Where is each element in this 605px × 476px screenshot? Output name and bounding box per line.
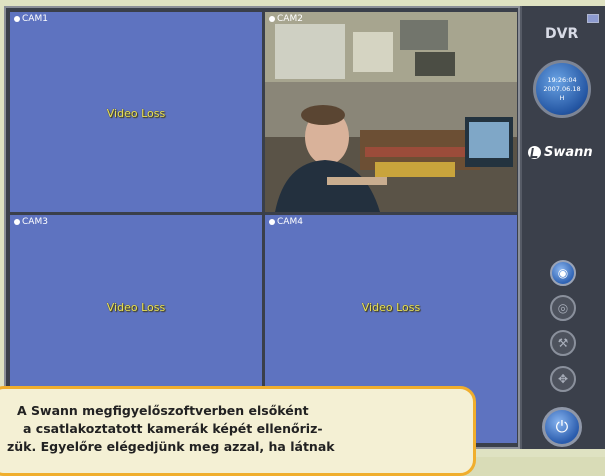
video-loss-text-cam1: Video Loss [106,107,166,120]
caption-line-2: a csatlakoztatott kamerák képét ellenőri… [23,421,323,436]
video-loss-text-cam3: Video Loss [106,301,166,314]
clock-date: 2007.06.18 [543,84,581,93]
camera-label-cam2: CAM2 [269,14,303,24]
minimize-button[interactable] [587,14,599,23]
ptz-icon: ✥ [557,372,569,386]
clock-time: 19:26:04 [547,75,577,84]
tools-button[interactable]: ⚒ [550,330,576,356]
camera-grid: CAM1 Video Loss CAM2 CAM3 Video Loss CAM… [4,6,520,449]
swann-brand: Swann [528,145,593,160]
clock-display: 19:26:04 2007.06.18 H [533,60,591,118]
clock-mode: H [559,93,565,102]
video-loss-text-cam4: Video Loss [361,301,421,314]
record-dot-icon [269,219,275,225]
camera-tile-cam2[interactable]: CAM2 [265,12,517,212]
camera-icon: ◎ [557,301,569,315]
record-dot-icon [14,219,20,225]
mouse-icon: ◉ [557,266,569,280]
swann-logo-icon [528,146,541,159]
record-dot-icon [269,16,275,22]
caption-line-1: A Swann megfigyelőszoftverben elsőként [17,403,309,418]
camera-label-cam4: CAM4 [269,217,303,227]
camera-label-cam3: CAM3 [14,217,48,227]
mouse-button[interactable]: ◉ [550,260,576,286]
camera-tile-cam1[interactable]: CAM1 Video Loss [10,12,262,212]
dvr-app-window: CAM1 Video Loss CAM2 CAM3 Video Loss CAM… [0,0,605,476]
camera-settings-button[interactable]: ◎ [550,295,576,321]
camera-feed-image [265,12,517,212]
camera-label-cam1: CAM1 [14,14,48,24]
wrench-icon: ⚒ [557,336,569,350]
caption-box: A Swann megfigyelőszoftverben elsőként a… [0,386,476,476]
dvr-logo: DVR [545,26,579,42]
power-button[interactable]: ⏻ [542,407,582,447]
caption-line-3: zük. Egyelőre elégedjünk meg azzal, ha l… [7,439,335,454]
record-dot-icon [14,16,20,22]
power-icon: ⏻ [555,417,569,436]
ptz-button[interactable]: ✥ [550,366,576,392]
